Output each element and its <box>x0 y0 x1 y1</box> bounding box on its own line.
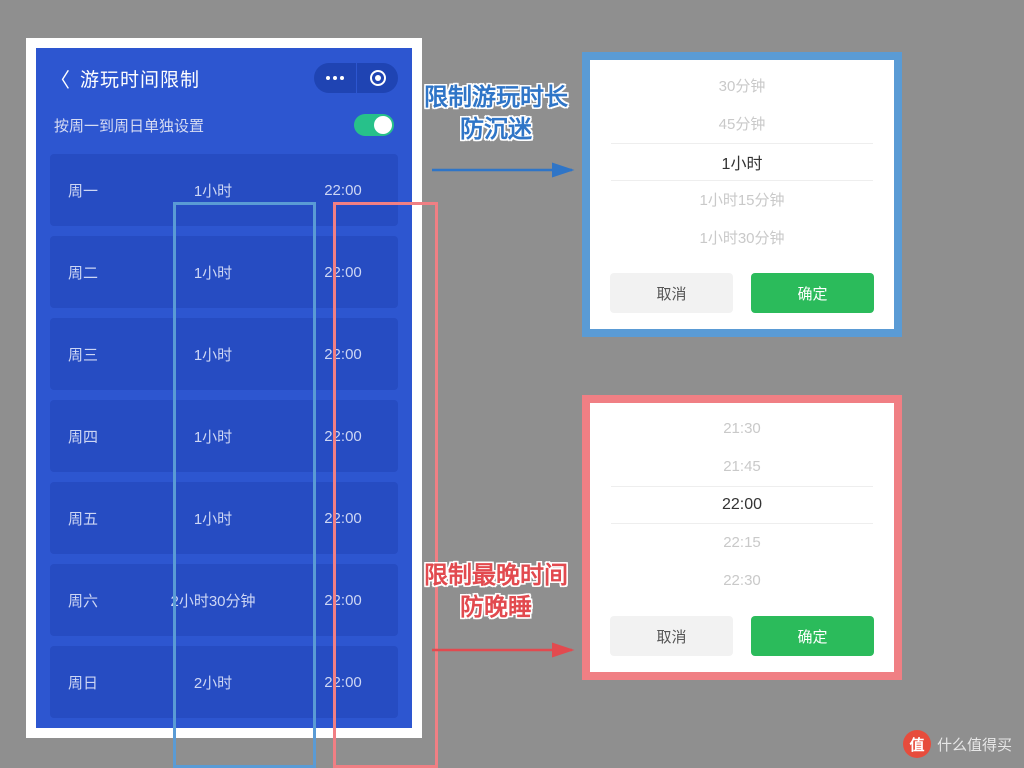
day-name: 周日 <box>50 672 138 693</box>
day-name: 周一 <box>50 180 138 201</box>
menu-button[interactable] <box>314 63 356 93</box>
day-name: 周二 <box>50 262 138 283</box>
day-duration: 1小时 <box>138 180 288 201</box>
phone-screen: 〈 游玩时间限制 按周一到周日单独设置 周一1小时22:00周二1小时22:00… <box>36 48 412 728</box>
day-name: 周三 <box>50 344 138 365</box>
day-row[interactable]: 周一1小时22:00 <box>50 154 398 226</box>
day-row[interactable]: 周三1小时22:00 <box>50 318 398 390</box>
arrow-duration <box>432 160 592 180</box>
picker-option[interactable]: 1小时15分钟 <box>590 181 894 219</box>
day-duration: 1小时 <box>138 426 288 447</box>
cancel-button[interactable]: 取消 <box>610 616 733 656</box>
picker-option[interactable]: 22:15 <box>590 524 894 562</box>
titlebar: 〈 游玩时间限制 <box>36 48 412 104</box>
duration-picker-card: 30分钟45分钟1小时1小时15分钟1小时30分钟 取消 确定 <box>582 52 902 337</box>
time-picker[interactable]: 21:3021:4522:0022:1522:30 <box>590 403 894 606</box>
picker-option[interactable]: 30分钟 <box>590 67 894 105</box>
day-name: 周四 <box>50 426 138 447</box>
day-row[interactable]: 周六2小时30分钟22:00 <box>50 564 398 636</box>
day-time: 22:00 <box>288 428 398 445</box>
picker-option[interactable]: 21:45 <box>590 448 894 486</box>
annotation-latest: 限制最晚时间 防晚睡 <box>424 560 568 625</box>
annotation-duration: 限制游玩时长 防沉迷 <box>424 82 568 147</box>
day-duration: 1小时 <box>138 344 288 365</box>
ok-button[interactable]: 确定 <box>751 273 874 313</box>
watermark: 值 什么值得买 <box>903 730 1012 758</box>
picker-option[interactable]: 1小时30分钟 <box>590 219 894 257</box>
toggle-label: 按周一到周日单独设置 <box>54 115 204 136</box>
cancel-button[interactable]: 取消 <box>610 273 733 313</box>
per-day-toggle-row: 按周一到周日单独设置 <box>36 104 412 154</box>
duration-picker[interactable]: 30分钟45分钟1小时1小时15分钟1小时30分钟 <box>590 60 894 263</box>
capsule-buttons <box>314 63 398 93</box>
day-name: 周六 <box>50 590 138 611</box>
phone-frame: 〈 游玩时间限制 按周一到周日单独设置 周一1小时22:00周二1小时22:00… <box>26 38 422 738</box>
watermark-badge-icon: 值 <box>903 730 931 758</box>
day-duration: 1小时 <box>138 508 288 529</box>
day-name: 周五 <box>50 508 138 529</box>
day-row[interactable]: 周日2小时22:00 <box>50 646 398 718</box>
day-time: 22:00 <box>288 182 398 199</box>
picker-option[interactable]: 1小时 <box>611 143 872 181</box>
day-rows: 周一1小时22:00周二1小时22:00周三1小时22:00周四1小时22:00… <box>36 154 412 718</box>
day-duration: 1小时 <box>138 262 288 283</box>
picker-option[interactable]: 22:00 <box>611 486 872 524</box>
watermark-text: 什么值得买 <box>937 734 1012 755</box>
day-duration: 2小时 <box>138 672 288 693</box>
per-day-toggle[interactable] <box>354 114 394 136</box>
time-picker-card: 21:3021:4522:0022:1522:30 取消 确定 <box>582 395 902 680</box>
picker-option[interactable]: 22:30 <box>590 562 894 600</box>
day-time: 22:00 <box>288 510 398 527</box>
day-time: 22:00 <box>288 592 398 609</box>
ok-button[interactable]: 确定 <box>751 616 874 656</box>
picker-option[interactable]: 21:30 <box>590 410 894 448</box>
close-miniapp-button[interactable] <box>356 63 398 93</box>
day-duration: 2小时30分钟 <box>138 590 288 611</box>
picker-option[interactable]: 45分钟 <box>590 105 894 143</box>
day-time: 22:00 <box>288 264 398 281</box>
page-title: 游玩时间限制 <box>80 65 200 92</box>
day-row[interactable]: 周二1小时22:00 <box>50 236 398 308</box>
arrow-latest <box>432 640 592 660</box>
day-row[interactable]: 周四1小时22:00 <box>50 400 398 472</box>
day-time: 22:00 <box>288 674 398 691</box>
day-time: 22:00 <box>288 346 398 363</box>
back-icon[interactable]: 〈 <box>50 64 70 93</box>
day-row[interactable]: 周五1小时22:00 <box>50 482 398 554</box>
